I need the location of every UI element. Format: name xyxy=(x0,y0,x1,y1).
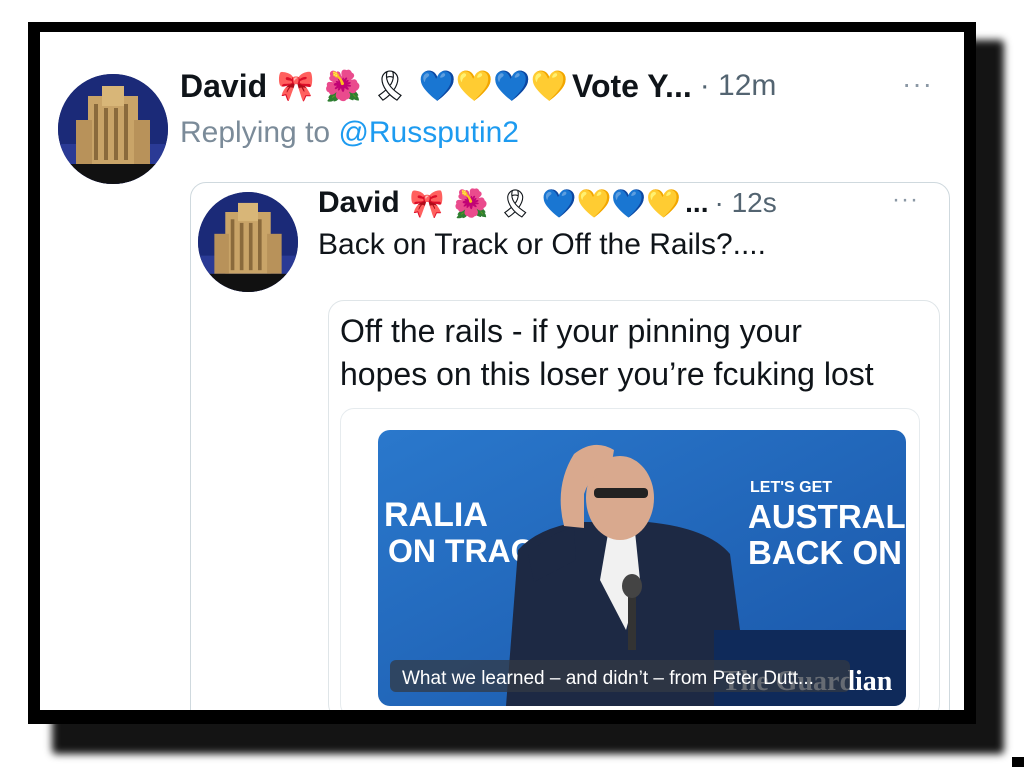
quoted-more-options-icon[interactable]: ··· xyxy=(892,186,919,214)
banner-right-line2: BACK ON xyxy=(748,534,902,571)
quoted-tweet-header: David 🎀 🌺 🎗 💙💛💙💛 ... · 12s xyxy=(318,182,777,224)
banner-left-line2: ON TRAC xyxy=(388,533,534,569)
quoted-author-emojis: 🎀 🌺 🎗 💙💛💙💛 xyxy=(409,186,682,220)
author-emojis: 🎀 🌺 🎗 💙💛💙💛 xyxy=(277,68,568,104)
quoted-timestamp[interactable]: · 12s xyxy=(714,187,776,219)
press-conference-image: RALIA ON TRAC LET'S GET AUSTRAL BACK ON … xyxy=(378,430,906,706)
replying-to-line: Replying to @Russputin2 xyxy=(180,116,519,150)
quoted-author-name-suffix: ... xyxy=(685,187,709,218)
nested-tweet-text-line1: Off the rails - if your pinning your xyxy=(340,313,802,349)
quoted-author-name[interactable]: David xyxy=(318,186,400,220)
author-avatar[interactable] xyxy=(58,74,168,184)
banner-right-small: LET'S GET xyxy=(750,479,832,496)
quoted-author-avatar[interactable] xyxy=(198,192,298,292)
tweet-card: David 🎀 🌺 🎗 💙💛💙💛 Vote Y... · 12m ··· Rep… xyxy=(40,32,964,710)
building-avatar-image xyxy=(58,74,168,184)
replying-to-handle[interactable]: @Russputin2 xyxy=(338,116,519,149)
quoted-tweet-text: Back on Track or Off the Rails?.... xyxy=(318,228,766,261)
banner-right-line1: AUSTRAL xyxy=(748,498,906,535)
video-caption: What we learned – and didn’t – from Pete… xyxy=(402,668,814,689)
screenshot-frame: David 🎀 🌺 🎗 💙💛💙💛 Vote Y... · 12m ··· Rep… xyxy=(28,22,976,724)
replying-to-label: Replying to xyxy=(180,116,331,149)
nested-tweet-text: Off the rails - if your pinning your hop… xyxy=(340,310,874,396)
corner-mark xyxy=(1012,757,1024,767)
nested-tweet-text-line2: hopes on this loser you’re fcuking lost xyxy=(340,356,874,392)
banner-left-line1: RALIA xyxy=(384,496,488,534)
author-name[interactable]: David xyxy=(180,68,267,105)
more-options-icon[interactable]: ··· xyxy=(902,68,933,100)
building-avatar-image xyxy=(198,192,298,292)
tweet-timestamp[interactable]: · 12m xyxy=(700,69,777,103)
author-name-suffix: Vote Y... xyxy=(571,67,692,104)
tweet-header: David 🎀 🌺 🎗 💙💛💙💛 Vote Y... · 12m xyxy=(180,64,776,108)
video-thumbnail[interactable]: RALIA ON TRAC LET'S GET AUSTRAL BACK ON … xyxy=(378,430,906,706)
